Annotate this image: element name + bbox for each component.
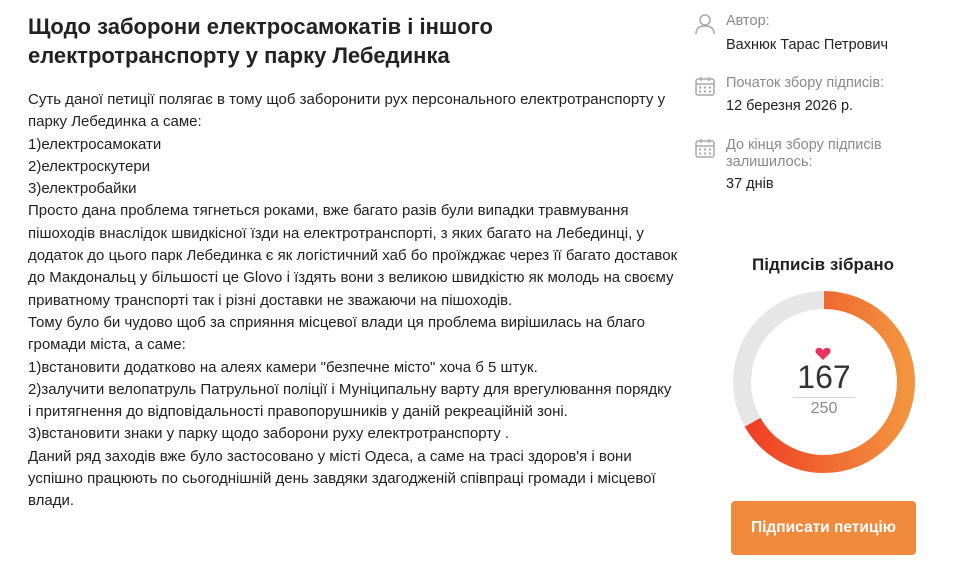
- petition-paragraph: 1)встановити додатково на алеях камери "…: [28, 358, 538, 376]
- remaining-label: До кінця збору підписів залишилось:: [726, 137, 882, 170]
- petition-paragraph: 3)встановити знаки у парку щодо заборони…: [28, 425, 510, 443]
- remaining-block: До кінця збору підписів залишилось: 37 д…: [694, 137, 944, 197]
- petition-paragraph: Просто дана проблема тягнеться роками, в…: [28, 202, 678, 309]
- user-icon: [694, 13, 716, 35]
- petition-paragraph: 1)електросамокати: [28, 135, 162, 153]
- sign-petition-button[interactable]: Підписати петицію: [731, 501, 916, 555]
- start-date-label: Початок збору підписів:: [726, 75, 885, 91]
- petition-paragraph: 3)електробайки: [28, 180, 137, 198]
- start-date-block: Початок збору підписів: 12 березня 2026 …: [694, 75, 944, 120]
- petition-paragraph: 2)електроскутери: [28, 157, 151, 175]
- collected-title: Підписів зібрано: [752, 255, 894, 274]
- petition-paragraph: 2)залучити велопатруль Патрульної поліці…: [28, 380, 672, 421]
- petition-paragraph: Тому було би чудово щоб за сприяння місц…: [28, 313, 645, 354]
- petition-paragraph: Суть даної петиції полягає в тому щоб за…: [28, 91, 666, 131]
- signature-goal: 250: [810, 400, 838, 417]
- signature-count: 167: [797, 359, 851, 395]
- petition-paragraph: Даний ряд заходів вже було застосовано у…: [28, 447, 656, 510]
- remaining-value: 37 днів: [726, 176, 774, 192]
- count-divider: [793, 397, 855, 398]
- author-block: Автор: Вахнюк Тарас Петрович: [694, 13, 944, 58]
- petition-title: Щодо заборони електросамокатів і іншого …: [28, 14, 493, 68]
- author-label: Автор:: [726, 13, 770, 29]
- calendar-icon: [694, 75, 716, 97]
- petition-body: Суть даної петиції полягає в тому щоб за…: [28, 89, 678, 513]
- calendar-icon: [694, 137, 716, 159]
- author-name: Вахнюк Тарас Петрович: [726, 37, 889, 53]
- start-date-value: 12 березня 2026 р.: [726, 98, 854, 114]
